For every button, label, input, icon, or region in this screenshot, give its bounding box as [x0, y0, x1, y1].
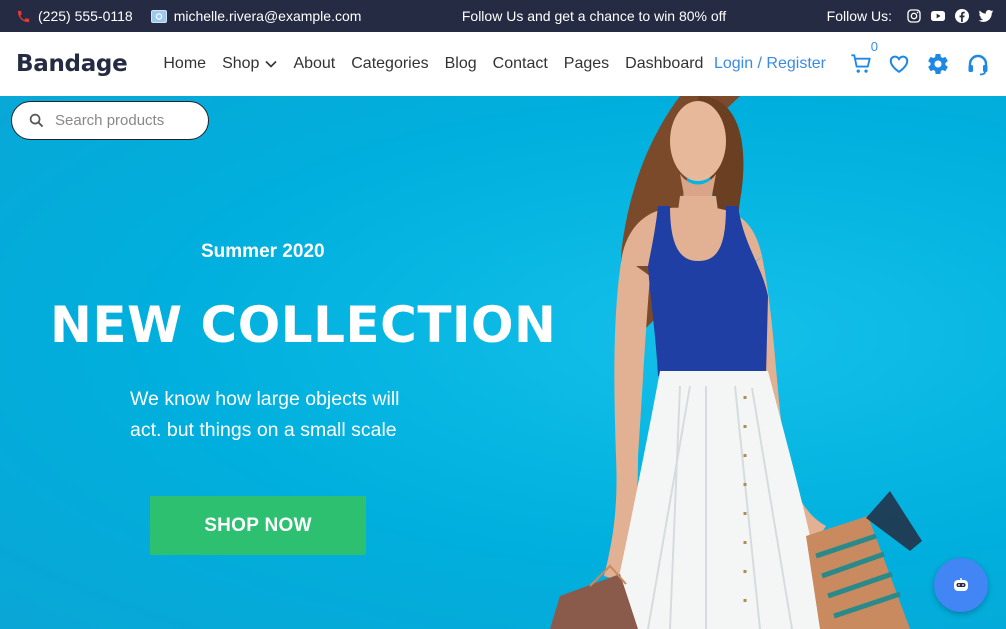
- search-box[interactable]: [11, 101, 209, 140]
- hero-section: Summer 2020 NEW COLLECTION We know how l…: [0, 96, 1006, 629]
- phone-icon: [17, 10, 30, 22]
- nav-shop[interactable]: Shop: [222, 55, 278, 73]
- login-register-link[interactable]: Login / Register: [714, 55, 826, 73]
- chevron-down-icon: [265, 60, 278, 68]
- promo-text: Follow Us and get a chance to win 80% of…: [461, 8, 727, 24]
- email-contact[interactable]: michelle.rivera@example.com: [150, 8, 362, 24]
- hero-subtitle: Summer 2020: [201, 241, 325, 262]
- nav-contact[interactable]: Contact: [493, 55, 548, 73]
- hero-title: NEW COLLECTION: [50, 296, 557, 354]
- gear-icon[interactable]: [926, 52, 950, 76]
- hero-description: We know how large objects will act. but …: [130, 388, 400, 441]
- brand-logo[interactable]: Bandage: [16, 51, 128, 77]
- nav-home[interactable]: Home: [163, 55, 206, 73]
- shop-now-button[interactable]: SHOP NOW: [150, 496, 366, 555]
- follow-us: Follow Us:: [827, 8, 994, 24]
- search-input[interactable]: [53, 111, 197, 130]
- nav-about[interactable]: About: [293, 55, 335, 73]
- email-address: michelle.rivera@example.com: [173, 8, 362, 24]
- twitter-icon[interactable]: [978, 8, 994, 24]
- nav-blog[interactable]: Blog: [445, 55, 477, 73]
- chatbot-icon: [954, 578, 968, 591]
- main-menu: Home Shop About Categories Blog Contact …: [163, 55, 703, 73]
- cart-button[interactable]: 0: [850, 39, 878, 75]
- contact-info: (225) 555-0118 michelle.rivera@example.c…: [16, 8, 361, 24]
- email-icon: [150, 9, 167, 23]
- nav-shop-label: Shop: [222, 55, 260, 72]
- instagram-icon[interactable]: [906, 8, 922, 24]
- phone-contact[interactable]: (225) 555-0118: [16, 8, 133, 24]
- nav-categories[interactable]: Categories: [351, 55, 428, 73]
- follow-label: Follow Us:: [826, 8, 892, 24]
- top-bar: (225) 555-0118 michelle.rivera@example.c…: [0, 0, 1006, 32]
- chat-assistant-button[interactable]: [934, 558, 988, 612]
- facebook-icon[interactable]: [954, 8, 970, 24]
- nav-pages[interactable]: Pages: [564, 55, 609, 73]
- main-navbar: Bandage Home Shop About Categories Blog …: [0, 32, 1006, 96]
- nav-dashboard[interactable]: Dashboard: [625, 55, 703, 73]
- headset-icon[interactable]: [966, 52, 990, 76]
- hero-model-image: [550, 96, 922, 629]
- phone-number: (225) 555-0118: [38, 8, 133, 24]
- search-icon: [29, 113, 44, 128]
- cart-count: 0: [870, 39, 878, 54]
- nav-actions: Login / Register 0: [714, 39, 990, 76]
- youtube-icon[interactable]: [930, 8, 946, 24]
- heart-icon[interactable]: [888, 53, 910, 75]
- cart-icon: [851, 54, 871, 73]
